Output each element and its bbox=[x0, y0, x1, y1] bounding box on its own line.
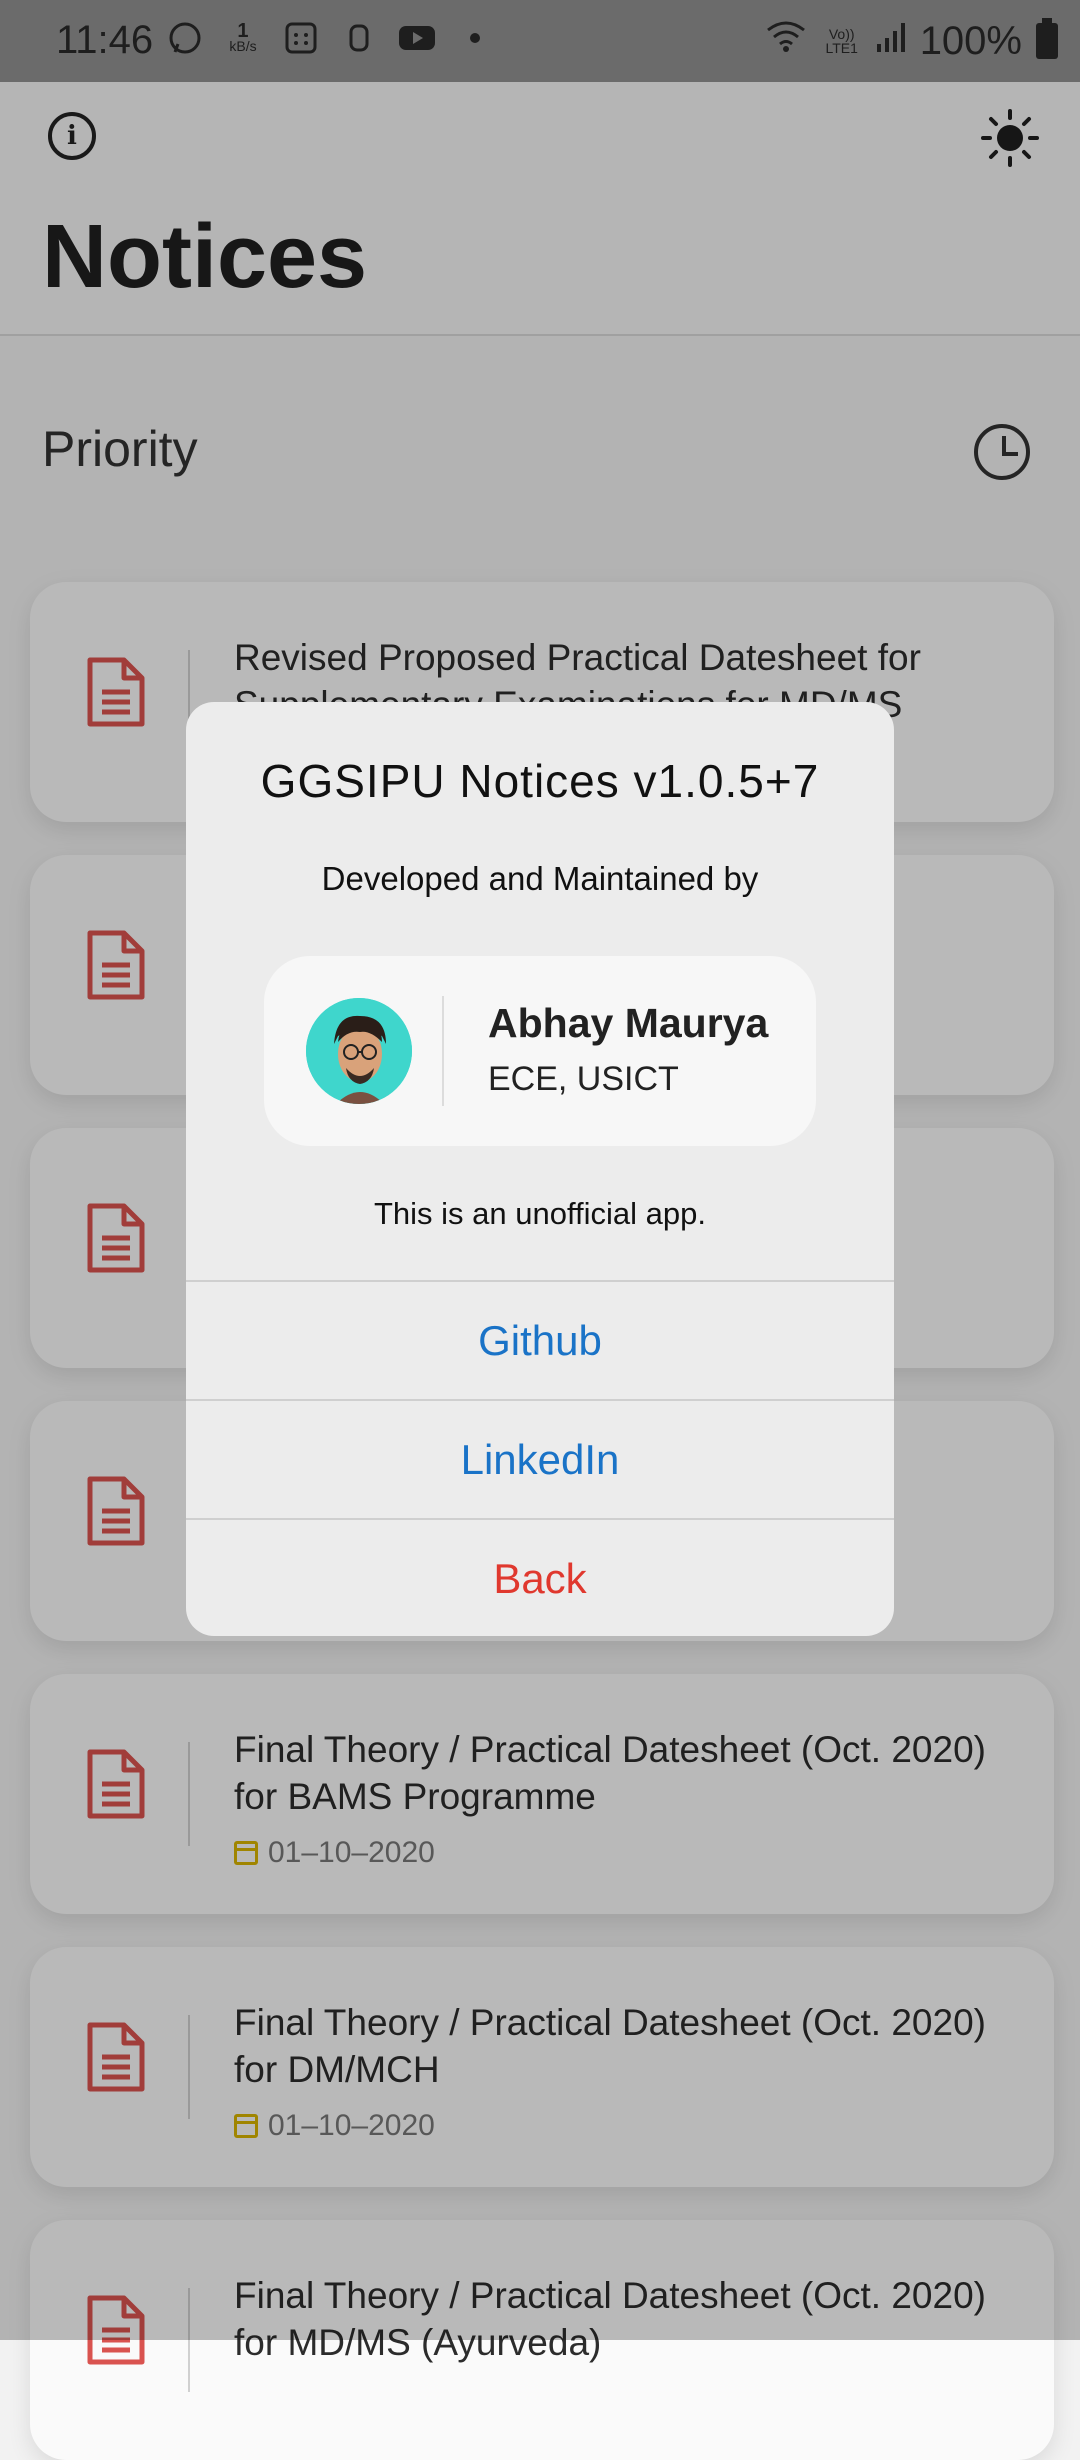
status-time: 11:46 bbox=[56, 18, 154, 62]
battery-icon bbox=[1036, 18, 1058, 59]
data-rate-unit: kB/s bbox=[229, 37, 257, 54]
dialog-subtitle: Developed and Maintained by bbox=[321, 860, 759, 897]
volte-indicator: Vo)) LTE1 bbox=[825, 26, 858, 56]
more-notifications-dot-icon bbox=[455, 18, 495, 58]
about-dialog: GGSIPU Notices v1.0.5+7 Developed and Ma… bbox=[186, 702, 894, 1636]
developer-name: Abhay Maurya bbox=[488, 1000, 769, 1046]
data-rate-indicator: 1 kB/s bbox=[223, 18, 263, 58]
signal-icon bbox=[876, 19, 906, 64]
github-button[interactable]: Github bbox=[186, 1280, 894, 1400]
wearable-icon bbox=[339, 18, 379, 58]
developer-card-divider bbox=[442, 996, 444, 1106]
developer-card: Abhay Maurya ECE, USICT bbox=[264, 956, 816, 1146]
wifi-icon bbox=[764, 18, 808, 64]
battery-percent: 100% bbox=[919, 18, 1022, 63]
youtube-icon bbox=[397, 18, 437, 58]
avatar bbox=[306, 998, 412, 1104]
calculator-icon bbox=[281, 18, 321, 58]
developer-dept: ECE, USICT bbox=[488, 1060, 679, 1098]
back-button[interactable]: Back bbox=[186, 1518, 894, 1636]
status-bar: 11:46 1 kB/s Vo)) LTE1 100% bbox=[0, 0, 1080, 82]
whatsapp-icon bbox=[165, 18, 205, 58]
system-icons: Vo)) LTE1 100% bbox=[764, 18, 1058, 64]
notification-icons: 1 kB/s bbox=[165, 18, 495, 58]
linkedin-button[interactable]: LinkedIn bbox=[186, 1399, 894, 1519]
dialog-title: GGSIPU Notices v1.0.5+7 bbox=[260, 755, 820, 807]
unofficial-note: This is an unofficial app. bbox=[373, 1196, 706, 1231]
